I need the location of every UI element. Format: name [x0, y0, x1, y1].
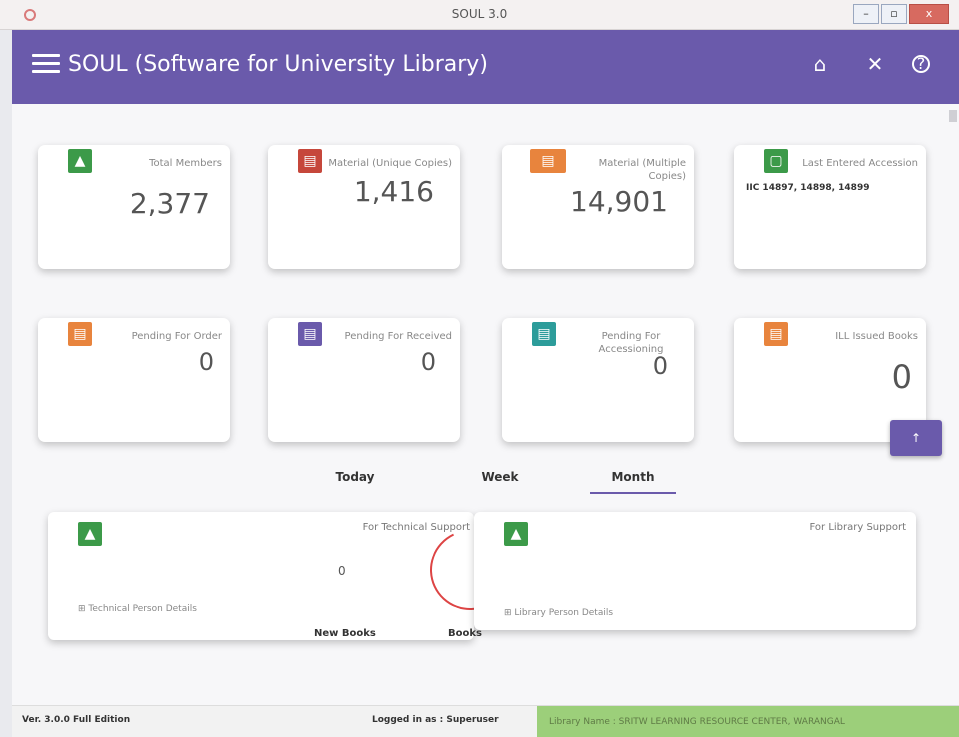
home-icon[interactable]: ⌂ [807, 52, 833, 76]
book-icon: ▤ [298, 149, 322, 173]
panel-title: For Library Support [809, 522, 906, 533]
card-label: Pending For Received [344, 331, 452, 342]
card-label: Material (Unique Copies) [328, 158, 452, 169]
document-icon: ▢ [764, 149, 788, 173]
card-pending-received[interactable]: ▤ Pending For Received 0 [268, 318, 460, 442]
tab-month[interactable]: Month [590, 470, 676, 494]
card-value: 0 [198, 348, 214, 376]
library-person-details-link[interactable]: ⊞ Library Person Details [504, 608, 613, 618]
card-label: Pending For Order [131, 331, 222, 342]
accession-numbers: IIC 14897, 14898, 14899 [746, 183, 870, 193]
logged-in-text: Logged in as : Superuser [372, 715, 499, 725]
card-value: 1,416 [353, 175, 434, 208]
book-icon: ▤ [298, 322, 322, 346]
card-material-multiple[interactable]: ▤ Material (Multiple Copies) 14,901 [502, 145, 694, 269]
scrollbar-thumb[interactable] [949, 110, 957, 122]
card-last-accession[interactable]: ▢ Last Entered Accession IIC 14897, 1489… [734, 145, 926, 269]
tab-today[interactable]: Today [330, 470, 380, 492]
library-name-text: Library Name : SRITW LEARNING RESOURCE C… [537, 706, 959, 737]
card-pending-accessioning[interactable]: ▤ Pending For Accessioning 0 [502, 318, 694, 442]
card-material-unique[interactable]: ▤ Material (Unique Copies) 1,416 [268, 145, 460, 269]
book-icon: ▤ [764, 322, 788, 346]
panel-value: 0 [338, 564, 346, 578]
scroll-up-button[interactable]: ↑ [890, 420, 942, 456]
version-text: Ver. 3.0.0 Full Edition [22, 715, 131, 725]
window-title: SOUL 3.0 [451, 7, 508, 21]
link-label: Library Person Details [514, 608, 614, 618]
hamburger-menu-icon[interactable] [32, 54, 60, 76]
card-value: 0 [891, 358, 912, 396]
minimize-button[interactable]: – [853, 4, 879, 24]
person-icon: ▲ [68, 149, 92, 173]
link-label: Technical Person Details [88, 604, 197, 614]
maximize-button[interactable]: ▫ [881, 4, 907, 24]
books-label: Books [448, 628, 482, 639]
tab-week[interactable]: Week [475, 470, 525, 492]
card-value: 0 [420, 348, 436, 376]
card-label: Material (Multiple Copies) [598, 158, 686, 182]
card-label: Total Members [149, 158, 222, 169]
card-value: 2,377 [129, 187, 210, 220]
card-value: 14,901 [570, 185, 668, 218]
new-books-label: New Books [314, 628, 376, 639]
book-icon: ▤ [68, 322, 92, 346]
app-header: SOUL (Software for University Library) ⌂… [12, 30, 959, 104]
panel-title: For Technical Support [362, 522, 470, 533]
person-icon: ▲ [504, 522, 528, 546]
technical-person-details-link[interactable]: ⊞ Technical Person Details [78, 604, 197, 614]
window-titlebar: SOUL 3.0 – ▫ x [0, 0, 959, 30]
window-controls: – ▫ x [853, 4, 949, 24]
technical-support-panel: ▲ For Technical Support 0 ⊞ Technical Pe… [48, 512, 474, 640]
library-support-panel: ▲ For Library Support ⊞ Library Person D… [474, 512, 916, 630]
book-icon: ▤ [530, 149, 566, 173]
window-close-button[interactable]: x [909, 4, 949, 24]
close-icon[interactable]: ✕ [862, 52, 888, 76]
person-icon: ▲ [78, 522, 102, 546]
card-label: Last Entered Accession [802, 158, 918, 169]
card-pending-order[interactable]: ▤ Pending For Order 0 [38, 318, 230, 442]
card-total-members[interactable]: ▲ Total Members 2,377 [38, 145, 230, 269]
card-label: ILL Issued Books [835, 331, 918, 342]
period-tabs: Today Week Month [0, 470, 959, 500]
card-value: 0 [652, 352, 668, 380]
status-bar: Ver. 3.0.0 Full Edition Logged in as : S… [12, 705, 959, 737]
book-icon: ▤ [532, 322, 556, 346]
app-title: SOUL (Software for University Library) [68, 52, 488, 77]
help-icon[interactable]: ? [912, 55, 930, 73]
